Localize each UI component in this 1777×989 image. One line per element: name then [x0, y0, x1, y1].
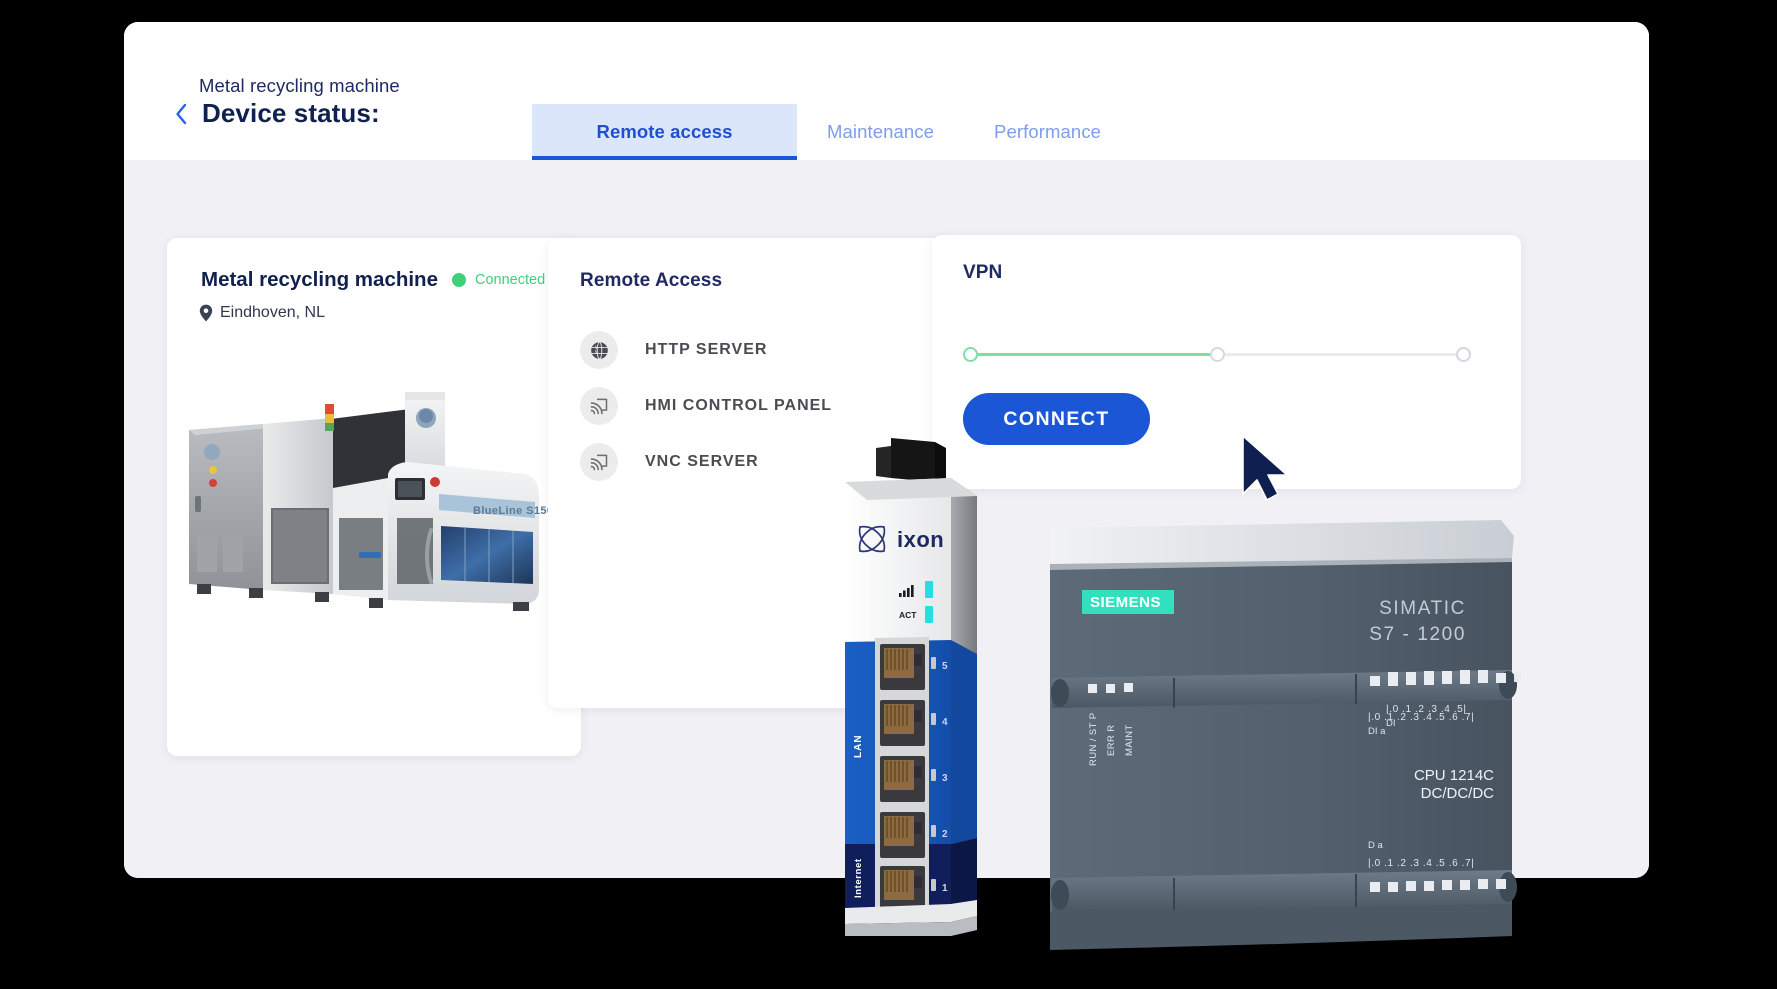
plc-model-line2: S7 - 1200	[1369, 624, 1466, 645]
plc-do-a-numbers: |.0 .1 .2 .3 .4 .5 .6 .7|	[1368, 858, 1474, 869]
service-label-hmi-control-panel: HMI CONTROL PANEL	[645, 397, 833, 414]
plc-do-a-label: D a	[1368, 840, 1384, 851]
device-summary-card: Metal recycling machine Connected Eindho…	[167, 238, 581, 756]
svg-text:BlueLine S150: BlueLine S150	[473, 505, 553, 517]
vpn-step-connector-1	[978, 352, 1210, 356]
siemens-logo: SIEMENS	[1082, 590, 1174, 614]
device-location: Eindhoven, NL	[199, 304, 325, 322]
plc-di-group-b: |.0 .1 .2 .3 .4 .5| DI	[1386, 670, 1488, 729]
machine-image: BlueLine S150	[189, 392, 553, 611]
device-name: Metal recycling machine	[201, 268, 438, 291]
page-title-row: Device status:	[171, 98, 380, 129]
plc-status-label-maint: MAINT	[1124, 724, 1135, 756]
status-badge: Connected	[452, 272, 545, 288]
window-header: Metal recycling machine Device status: R…	[124, 22, 1649, 161]
act-led	[925, 606, 933, 623]
vpn-card: VPN CONNECT	[932, 235, 1521, 489]
svg-text:3: 3	[942, 773, 948, 784]
vpn-step-2[interactable]	[1209, 346, 1225, 362]
service-label-http-server: HTTP SERVER	[645, 341, 768, 358]
vpn-step-3[interactable]	[1456, 346, 1471, 362]
plc-di-b-numbers: |.0 .1 .2 .3 .4 .5|	[1386, 704, 1467, 715]
ixon-router-image: ixon ACT LAN Internet 5 4 3 2 1	[845, 438, 977, 936]
tab-performance-label: Performance	[994, 121, 1102, 142]
svg-text:SIEMENS: SIEMENS	[1090, 594, 1161, 611]
service-row-http-server[interactable]: HTTP SERVER	[580, 322, 962, 378]
svg-text:2: 2	[942, 829, 948, 840]
service-row-hmi-control-panel[interactable]: HMI CONTROL PANEL	[580, 378, 962, 434]
map-pin-icon	[199, 304, 213, 322]
globe-icon	[580, 331, 618, 369]
chevron-left-icon[interactable]	[171, 101, 191, 127]
act-label: ACT	[899, 610, 917, 620]
vpn-step-connector-2	[1224, 352, 1456, 356]
tab-remote-access[interactable]: Remote access	[532, 104, 797, 160]
status-label: Connected	[475, 272, 546, 288]
tab-bar: Remote access Maintenance Performance	[532, 104, 1131, 160]
signal-led	[925, 581, 933, 598]
tab-maintenance[interactable]: Maintenance	[797, 104, 964, 160]
plc-status-leds	[1088, 683, 1133, 693]
plc-model-line1: SIMATIC	[1379, 598, 1466, 619]
vpn-step-1[interactable]	[963, 346, 978, 362]
router-brand-label: ixon	[897, 527, 944, 552]
tab-remote-access-label: Remote access	[596, 121, 733, 142]
service-label-vnc-server: VNC SERVER	[645, 453, 759, 470]
tab-performance[interactable]: Performance	[964, 104, 1131, 160]
page-title: Device status:	[202, 98, 380, 128]
status-dot-icon	[452, 273, 466, 287]
vpn-heading: VPN	[963, 262, 1003, 283]
plc-status-label-run: RUN / ST P	[1088, 713, 1099, 766]
svg-text:4: 4	[942, 717, 948, 728]
plc-status-label-err: ERR R	[1106, 724, 1117, 756]
screen: Metal recycling machine Device status: R…	[0, 0, 1777, 989]
screencast-icon	[580, 387, 618, 425]
lan-label: LAN	[853, 734, 864, 758]
screencast-icon	[580, 443, 618, 481]
remote-access-heading: Remote Access	[580, 270, 723, 291]
breadcrumb: Metal recycling machine	[199, 75, 400, 96]
plc-di-b-label: DI	[1386, 718, 1396, 729]
tab-maintenance-label: Maintenance	[827, 121, 935, 142]
device-location-label: Eindhoven, NL	[220, 304, 325, 321]
svg-text:5: 5	[942, 661, 948, 672]
internet-label: Internet	[853, 858, 864, 898]
vpn-progress-stepper	[963, 345, 1471, 363]
svg-text:1: 1	[942, 883, 948, 894]
